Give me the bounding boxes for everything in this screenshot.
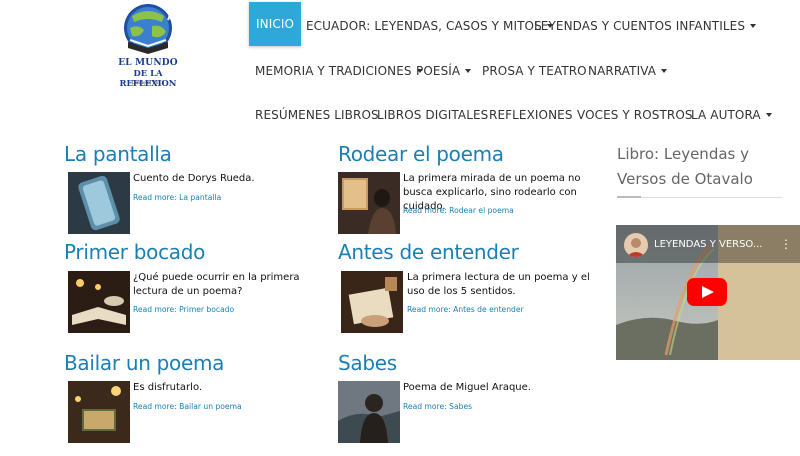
read-more-target: Rodear el poema	[449, 206, 514, 215]
article-title-bailar-un-poema[interactable]: Bailar un poema	[64, 351, 224, 375]
nav-reflexiones[interactable]: REFLEXIONES	[489, 93, 573, 137]
nav-prosa-label: PROSA Y TEATRO	[482, 64, 587, 78]
more-vert-icon[interactable]: ⋮	[780, 237, 792, 251]
nav-resumenes[interactable]: RESÚMENES LIBROS	[255, 93, 379, 137]
sidebar-divider	[617, 197, 782, 198]
read-more-label: Read more:	[403, 402, 447, 411]
nav-memoria[interactable]: MEMORIA Y TRADICIONES	[255, 49, 423, 93]
nav-inicio-label: INICIO	[256, 17, 295, 31]
nav-leyendas-cuentos[interactable]: LEYENDAS Y CUENTOS INFANTILES	[534, 4, 757, 48]
nav-reflexiones-label: REFLEXIONES	[489, 108, 573, 122]
read-more-link[interactable]: Read more: La pantalla	[133, 193, 221, 202]
article-thumb-rodear-el-poema[interactable]	[338, 172, 400, 234]
nav-narrativa[interactable]: NARRATIVA	[588, 49, 668, 93]
nav-poesia[interactable]: POESÍA	[416, 49, 472, 93]
nav-voces-label: VOCES Y ROSTROS	[577, 108, 693, 122]
channel-avatar[interactable]	[624, 233, 648, 257]
nav-libros-digitales[interactable]: LIBROS DIGITALES	[377, 93, 488, 137]
sidebar-divider-accent	[617, 196, 641, 198]
article-title-antes-de-entender[interactable]: Antes de entender	[338, 240, 519, 264]
play-button-icon[interactable]	[687, 278, 727, 306]
chevron-down-icon	[750, 24, 757, 28]
nav-la-autora-label: LA AUTORA	[691, 108, 761, 122]
nav-prosa[interactable]: PROSA Y TEATRO	[482, 49, 587, 93]
nav-leyendas-cuentos-label: LEYENDAS Y CUENTOS INFANTILES	[534, 19, 746, 33]
nav-la-autora[interactable]: LA AUTORA	[691, 93, 772, 137]
article-excerpt: La primera lectura de un poema y el uso …	[407, 272, 590, 297]
read-more-label: Read more:	[133, 193, 177, 202]
article-title-la-pantalla[interactable]: La pantalla	[64, 142, 172, 166]
article-excerpt: Es disfrutarlo.	[133, 382, 203, 393]
read-more-link[interactable]: Read more: Sabes	[403, 402, 472, 411]
read-more-label: Read more:	[407, 305, 451, 314]
chevron-down-icon	[661, 69, 668, 73]
article-title-rodear-el-poema[interactable]: Rodear el poema	[338, 142, 504, 166]
read-more-target: Primer bocado	[179, 305, 235, 314]
article-title-sabes[interactable]: Sabes	[338, 351, 397, 375]
article-thumb-sabes[interactable]	[338, 381, 400, 443]
logo-line3: Desde el 2013	[131, 81, 165, 86]
article-excerpt: Poema de Miguel Araque.	[403, 382, 531, 393]
nav-narrativa-label: NARRATIVA	[588, 64, 657, 78]
youtube-video-embed[interactable]: LEYENDAS Y VERSO... ⋮	[616, 225, 800, 360]
chevron-down-icon	[765, 113, 772, 117]
nav-memoria-label: MEMORIA Y TRADICIONES	[255, 64, 412, 78]
read-more-link[interactable]: Read more: Antes de entender	[407, 305, 524, 314]
read-more-label: Read more:	[133, 402, 177, 411]
nav-resumenes-label: RESÚMENES LIBROS	[255, 108, 379, 122]
nav-inicio[interactable]: INICIO	[249, 2, 302, 46]
read-more-link[interactable]: Read more: Bailar un poema	[133, 402, 242, 411]
video-title[interactable]: LEYENDAS Y VERSO...	[654, 239, 762, 250]
read-more-label: Read more:	[133, 305, 177, 314]
read-more-target: Sabes	[449, 402, 473, 411]
read-more-target: Antes de entender	[453, 305, 524, 314]
nav-ecuador[interactable]: ECUADOR: LEYENDAS, CASOS Y MITOS	[306, 4, 553, 48]
read-more-label: Read more:	[403, 206, 447, 215]
article-title-primer-bocado[interactable]: Primer bocado	[64, 240, 205, 264]
sidebar-title: Libro: Leyendas y Versos de Otavalo	[617, 145, 753, 188]
chevron-down-icon	[465, 69, 472, 73]
read-more-link[interactable]: Read more: Rodear el poema	[403, 206, 514, 215]
article-thumb-la-pantalla[interactable]	[68, 172, 130, 234]
nav-voces[interactable]: VOCES Y ROSTROS	[577, 93, 693, 137]
nav-poesia-label: POESÍA	[416, 64, 461, 78]
read-more-link[interactable]: Read more: Primer bocado	[133, 305, 234, 314]
article-thumb-primer-bocado[interactable]	[68, 271, 130, 333]
logo-line1: EL MUNDO	[118, 58, 178, 68]
site-logo[interactable]: EL MUNDO DE LA REFLEXION Desde el 2013	[108, 2, 188, 94]
article-excerpt: Cuento de Dorys Rueda.	[133, 173, 255, 184]
nav-ecuador-label: ECUADOR: LEYENDAS, CASOS Y MITOS	[306, 19, 542, 33]
nav-libros-digitales-label: LIBROS DIGITALES	[377, 108, 489, 122]
read-more-target: La pantalla	[179, 193, 222, 202]
article-excerpt: ¿Qué puede ocurrir en la primera lectura…	[133, 272, 300, 297]
article-thumb-bailar-un-poema[interactable]	[68, 381, 130, 443]
article-thumb-antes-de-entender[interactable]	[341, 271, 403, 333]
read-more-target: Bailar un poema	[179, 402, 242, 411]
